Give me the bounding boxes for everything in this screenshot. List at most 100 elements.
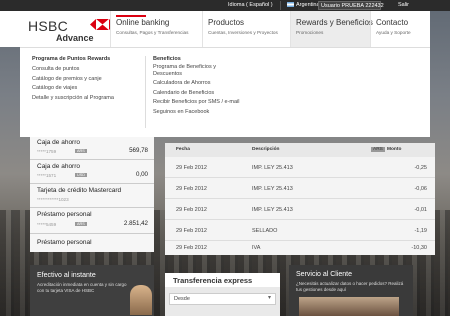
movement-row[interactable]: 29 Feb 2012 IMP. LEY 25.413 -0,01 [165, 199, 435, 220]
rewards-dropdown-menu: Programa de Puntos Rewards Consulta de p… [20, 47, 430, 137]
movement-row[interactable]: 29 Feb 2012 SELLADO -1,19 [165, 220, 435, 241]
account-name: Préstamo personal [37, 239, 92, 246]
movements-panel: Fecha Descripción ARS Monto 29 Feb 2012 … [165, 143, 435, 255]
col-description: Descripción [252, 147, 280, 152]
nav-rewards[interactable]: Rewards y Beneficios Promociones [290, 11, 373, 47]
movement-desc: IMP. LEY 25.413 [252, 186, 293, 192]
nav-subtitle: Promociones [296, 30, 324, 35]
user-box[interactable]: Usuario PRUEBA 222432 [318, 1, 384, 10]
promo-card[interactable]: Efectivo al instante Acreditación inmedi… [30, 265, 154, 316]
nav-subtitle: Cuentas, Inversiones y Proyectos [208, 30, 278, 35]
promo-text: Acreditación inmediata en cuenta y sin c… [37, 282, 127, 293]
nav-subtitle: Ayuda y Soporte [376, 30, 411, 35]
nav-online-banking[interactable]: Online banking Consultas, Pagos y Transf… [110, 11, 202, 47]
column-heading: Programa de Puntos Rewards [32, 56, 111, 62]
movement-desc: IMP. LEY 25.413 [252, 207, 293, 213]
menu-link-catalogo-viajes[interactable]: Catálogo de viajes [32, 85, 132, 92]
nav-contacto[interactable]: Contacto Ayuda y Soporte [370, 11, 430, 47]
menu-link-calculadora[interactable]: Calculadora de Ahorros [153, 80, 243, 87]
account-name: Caja de ahorro [37, 139, 80, 146]
menu-link-consulta-puntos[interactable]: Consulta de puntos [32, 66, 132, 73]
currency-tag: ARS [371, 147, 385, 152]
movement-row[interactable]: 29 Feb 2012 IMP. LEY 25.413 -0,25 [165, 157, 435, 178]
transfer-from-select[interactable]: Desde ▾ [169, 293, 276, 305]
nav-subtitle: Consultas, Pagos y Transferencias [116, 30, 189, 35]
movement-row[interactable]: 29 Feb 2012 IVA -10,30 [165, 241, 435, 255]
account-name: Tarjeta de crédito Mastercard [37, 187, 122, 194]
account-row[interactable]: Préstamo personal [30, 234, 154, 252]
account-name: Préstamo personal [37, 211, 92, 218]
menu-link-calendario[interactable]: Calendario de Beneficios [153, 90, 243, 97]
service-title: Servicio al Cliente [296, 271, 353, 278]
movement-amount: -10,30 [411, 245, 427, 251]
account-row[interactable]: Préstamo personal *****5459 ARS 2.851,42 [30, 208, 154, 234]
service-text: ¿Necesitás actualizar datos o hacer pedi… [296, 281, 404, 292]
movement-amount: -1,19 [414, 228, 427, 234]
transfer-card: Transferencia express Desde ▾ [165, 273, 280, 316]
account-amount: 569,78 [129, 147, 148, 154]
account-number: *****1759 [37, 149, 57, 154]
account-row[interactable]: Tarjeta de crédito Mastercard **********… [30, 184, 154, 208]
account-number: *****5459 [37, 222, 57, 227]
account-amount: 2.851,42 [123, 220, 148, 227]
menu-link-facebook[interactable]: Seguinos en Facebook [153, 109, 243, 116]
movement-date: 29 Feb 2012 [176, 228, 207, 234]
brand-sub: Advance [56, 33, 94, 43]
promo-title: Efectivo al instante [37, 272, 96, 279]
movement-desc: IMP. LEY 25.413 [252, 165, 293, 171]
movement-amount: -0,25 [414, 165, 427, 171]
column-divider [145, 56, 146, 128]
transfer-header: Transferencia express [165, 273, 280, 287]
menu-link-programa-beneficios[interactable]: Programa de Beneficios y Descuentos [153, 64, 243, 77]
movement-desc: IVA [252, 245, 261, 251]
currency-tag: USD [75, 173, 88, 177]
menu-link-detalle-programa[interactable]: Detalle y suscripción al Programa [32, 95, 132, 102]
service-photo [299, 297, 399, 316]
hsbc-logo[interactable]: HSBC Advance [28, 18, 123, 46]
account-name: Caja de ahorro [37, 163, 80, 170]
user-label: Usuario PRUEBA 222432 [321, 3, 384, 9]
col-date: Fecha [176, 147, 190, 152]
nav-title: Online banking [116, 18, 170, 27]
benefits-column: Beneficios Programa de Beneficios y Desc… [153, 56, 243, 115]
language-selector[interactable]: Idioma ( Español ) [228, 2, 273, 8]
movement-date: 29 Feb 2012 [176, 207, 207, 213]
column-heading: Beneficios [153, 56, 181, 62]
account-number: ************1023 [37, 197, 69, 202]
movement-amount: -0,06 [414, 186, 427, 192]
col-amount: Monto [387, 147, 402, 152]
movement-date: 29 Feb 2012 [176, 245, 207, 251]
person-photo [130, 285, 152, 315]
nav-title: Rewards y Beneficios [296, 18, 373, 27]
argentina-flag-icon [287, 2, 294, 7]
movement-amount: -0,01 [414, 207, 427, 213]
movements-header: Fecha Descripción ARS Monto [165, 143, 435, 157]
country-label: Argentina [296, 2, 320, 8]
rewards-program-column: Programa de Puntos Rewards Consulta de p… [32, 56, 132, 101]
movement-date: 29 Feb 2012 [176, 165, 207, 171]
account-amount: 0,00 [135, 171, 148, 178]
chevron-down-icon: ▾ [267, 295, 271, 301]
nav-title: Productos [208, 18, 245, 27]
main-header: HSBC Advance Online banking Consultas, P… [0, 11, 430, 47]
service-card[interactable]: Servicio al Cliente ¿Necesitás actualiza… [289, 265, 413, 316]
utility-bar: Idioma ( Español ) Argentina Usuario PRU… [0, 0, 450, 11]
transfer-title: Transferencia express [173, 276, 253, 285]
logout-link[interactable]: Salir [398, 2, 409, 8]
nav-productos[interactable]: Productos Cuentas, Inversiones y Proyect… [202, 11, 290, 47]
account-number: *****1571 [37, 173, 57, 178]
nav-title: Contacto [376, 18, 409, 27]
currency-tag: ARS [75, 222, 87, 226]
account-row[interactable]: Caja de ahorro *****1759 ARS 569,78 [30, 136, 154, 160]
divider [280, 1, 281, 10]
accounts-panel: Caja de ahorro *****1759 ARS 569,78 Caja… [30, 136, 154, 252]
currency-tag: ARS [75, 149, 87, 153]
movement-row[interactable]: 29 Feb 2012 IMP. LEY 25.413 -0,06 [165, 178, 435, 199]
country-selector[interactable]: Argentina [287, 2, 320, 8]
account-row[interactable]: Caja de ahorro *****1571 USD 0,00 [30, 160, 154, 184]
from-label: Desde [174, 296, 190, 302]
brand-name: HSBC [28, 18, 69, 34]
menu-link-sms-email[interactable]: Recibir Beneficios por SMS / e-mail [153, 99, 243, 106]
movement-desc: SELLADO [252, 228, 278, 234]
menu-link-catalogo-premios[interactable]: Catálogo de premios y canje [32, 76, 132, 83]
